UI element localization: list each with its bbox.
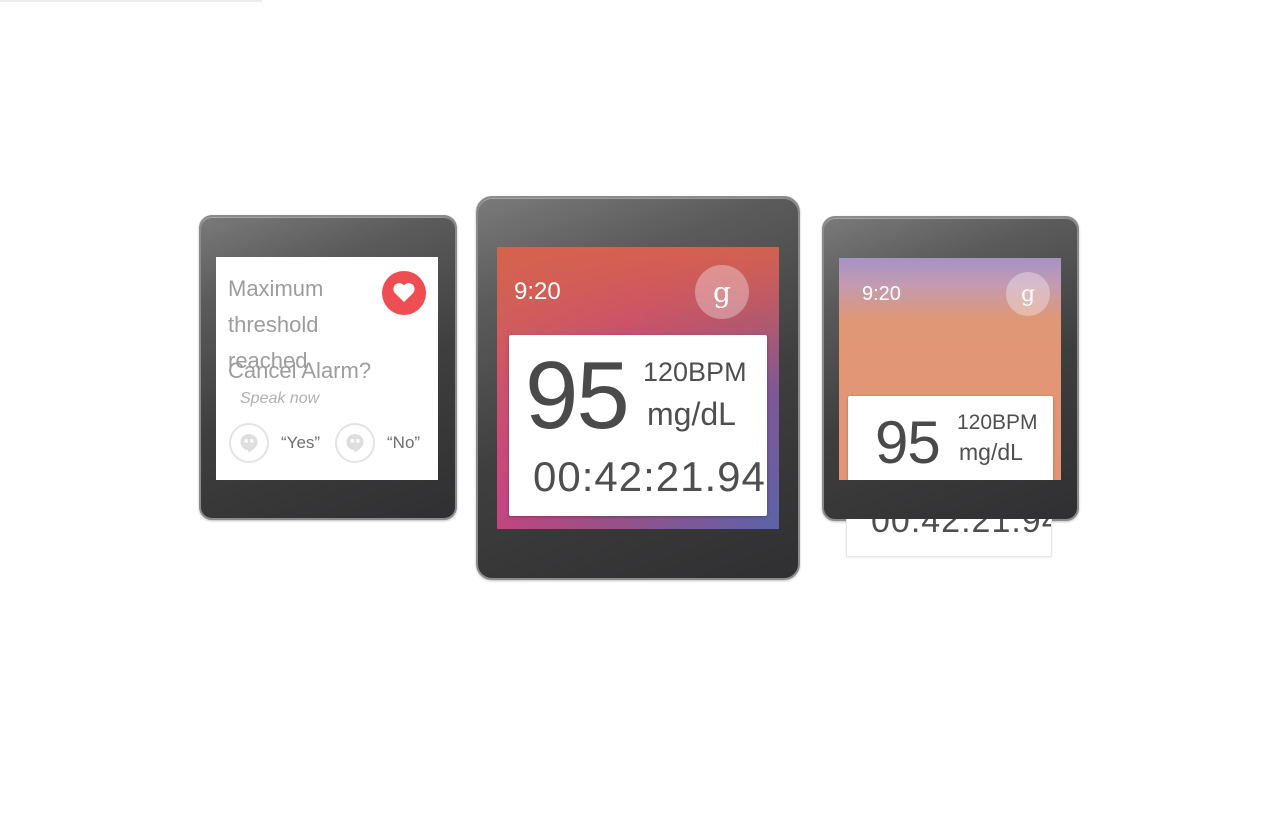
reply-yes-button[interactable]: “Yes” (229, 423, 320, 463)
elapsed-timer: 00:42:21.94 (533, 453, 766, 500)
hangouts-icon (229, 423, 269, 463)
watch-peek-card: 9:20 g 95 120BPM mg/dL (822, 216, 1079, 521)
watch-notification: Maximum threshold reached Cancel Alarm? … (199, 215, 457, 520)
stats-card[interactable]: 95 120BPM mg/dL 00:42:21.94 (509, 335, 767, 516)
speak-now-hint: Speak now (240, 390, 320, 407)
top-divider-line (0, 0, 262, 2)
heart-icon (382, 271, 426, 315)
glucose-value: 95 (525, 342, 630, 449)
glucose-value: 95 (875, 409, 941, 476)
reply-no-button[interactable]: “No” (335, 423, 420, 463)
watch-time: 9:20 (862, 283, 901, 305)
google-g-icon[interactable]: g (695, 265, 749, 319)
watch-time: 9:20 (514, 278, 561, 305)
reply-yes-label: “Yes” (281, 433, 321, 452)
heart-rate-value: 120BPM (957, 411, 1038, 434)
stats-card-overflow: 00:42:21.94 (846, 519, 1052, 557)
watch-main-card: 9:20 g 95 120BPM mg/dL 00:42:21.94 (476, 196, 800, 580)
watch-screen-notification: Maximum threshold reached Cancel Alarm? … (216, 257, 438, 480)
cancel-alarm-question: Cancel Alarm? (228, 358, 372, 383)
google-g-icon[interactable]: g (1006, 272, 1050, 316)
stats-card-peek[interactable]: 95 120BPM mg/dL (848, 396, 1053, 480)
glucose-unit: mg/dL (959, 439, 1023, 465)
glucose-unit: mg/dL (647, 396, 736, 432)
hangouts-icon (335, 423, 375, 463)
elapsed-timer: 00:42:21.94 (871, 519, 1052, 540)
watch-screen-peek: 9:20 g 95 120BPM mg/dL (839, 258, 1061, 480)
watch-screen-main: 9:20 g 95 120BPM mg/dL 00:42:21.94 (497, 247, 779, 529)
reply-no-label: “No” (387, 433, 421, 452)
heart-rate-value: 120BPM (643, 357, 747, 387)
